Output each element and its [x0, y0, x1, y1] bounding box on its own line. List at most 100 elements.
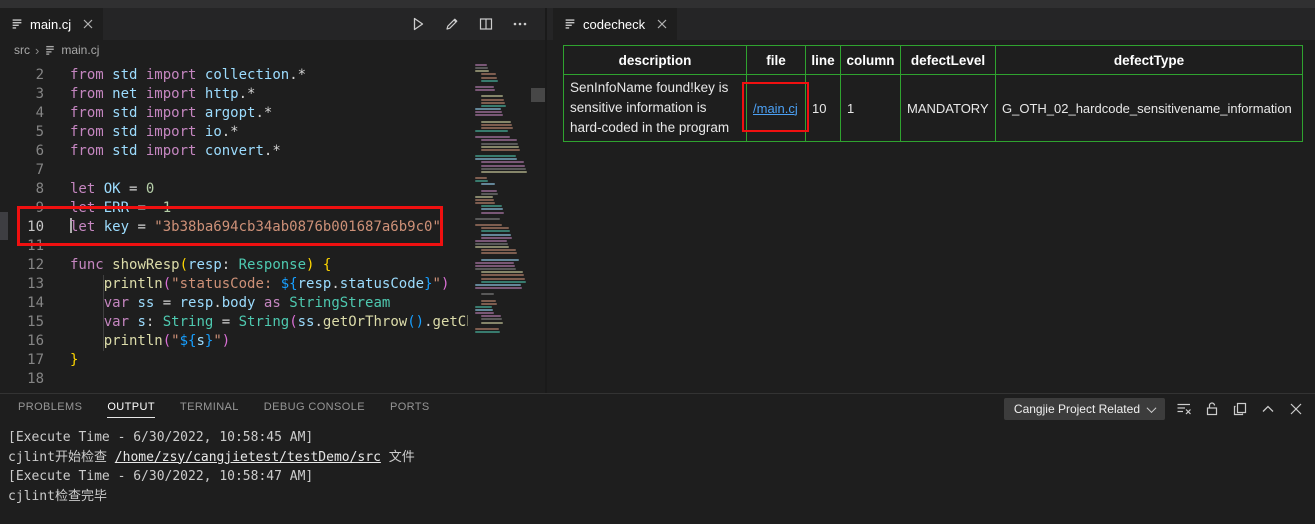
table-header-cell: file	[747, 46, 806, 75]
line-number: 3	[0, 85, 44, 104]
code-editor[interactable]: 2from std import collection.*3from net i…	[0, 60, 545, 393]
minimap-line	[475, 246, 509, 248]
chevron-down-icon	[1147, 403, 1157, 413]
clear-output-icon[interactable]	[1175, 400, 1193, 418]
minimap-line	[481, 149, 520, 151]
editor-group: main.cj	[0, 8, 545, 393]
close-panel-icon[interactable]	[1287, 400, 1305, 418]
code-line[interactable]: 8let OK = 0	[0, 180, 468, 199]
close-tab-icon[interactable]	[657, 19, 667, 29]
panel-tab-problems[interactable]: PROBLEMS	[18, 401, 82, 418]
breadcrumb: src › main.cj	[0, 40, 545, 60]
editor-scrollbar[interactable]	[531, 60, 545, 393]
minimap-line	[475, 67, 488, 69]
panel-tab-debug-console[interactable]: DEBUG CONSOLE	[264, 401, 365, 418]
minimap-line	[475, 224, 502, 226]
minimap-line	[475, 268, 516, 270]
minimap-line	[481, 95, 503, 97]
output-path-link[interactable]: /home/zsy/cangjietest/testDemo/src	[115, 450, 381, 465]
minimap-line	[475, 312, 494, 314]
panel-tabs: PROBLEMS OUTPUT TERMINAL DEBUG CONSOLE PORTS	[0, 401, 430, 418]
minimap[interactable]	[473, 60, 531, 393]
file-icon	[10, 17, 24, 31]
code-text: let OK = 0	[44, 180, 154, 199]
panel-controls: Cangjie Project Related	[1004, 398, 1315, 420]
minimap-line	[481, 281, 526, 283]
panel-header: PROBLEMS OUTPUT TERMINAL DEBUG CONSOLE PORTS…	[0, 394, 1315, 424]
minimap-line	[481, 318, 502, 320]
code-line[interactable]: 12func showResp(resp: Response) {	[0, 256, 468, 275]
minimap-line	[481, 80, 498, 82]
code-line[interactable]: 4from std import argopt.*	[0, 104, 468, 123]
code-line[interactable]: 9let ERR = -1	[0, 199, 468, 218]
code-line[interactable]: 16 println("${s}")	[0, 332, 468, 351]
minimap-line	[481, 293, 494, 295]
line-number: 2	[0, 66, 44, 85]
minimap-line	[475, 114, 503, 116]
line-number: 7	[0, 161, 44, 180]
editor-toolbar	[409, 8, 545, 40]
minimap-line	[481, 102, 505, 104]
minimap-line	[475, 180, 488, 182]
panel-tab-terminal[interactable]: TERMINAL	[180, 401, 239, 418]
defect-level: MANDATORY	[901, 75, 996, 142]
minimap-line	[475, 328, 499, 330]
code-text: let ERR = -1	[44, 199, 171, 218]
code-line[interactable]: 3from net import http.*	[0, 85, 468, 104]
more-actions-icon[interactable]	[511, 15, 529, 33]
code-text	[44, 161, 70, 180]
code-text: from net import http.*	[44, 85, 255, 104]
defect-description: SenInfoName found!key is sensitive infor…	[564, 75, 747, 142]
open-output-in-editor-icon[interactable]	[1231, 400, 1249, 418]
minimap-line	[481, 121, 511, 123]
code-line[interactable]: 10let key = "3b38ba694cb34ab0876b001687a…	[0, 218, 468, 237]
code-line[interactable]: 13 println("statusCode: ${resp.statusCod…	[0, 275, 468, 294]
minimap-line	[475, 284, 521, 286]
unlock-icon[interactable]	[1203, 400, 1221, 418]
codecheck-content: descriptionfilelinecolumndefectLeveldefe…	[547, 40, 1315, 393]
minimap-line	[475, 86, 494, 88]
output-line: cjlint开始检查 /home/zsy/cangjietest/testDem…	[8, 448, 1315, 468]
split-editor-icon[interactable]	[477, 15, 495, 33]
edit-pencil-icon[interactable]	[443, 15, 461, 33]
code-line[interactable]: 6from std import convert.*	[0, 142, 468, 161]
left-edge-scrollbar[interactable]	[0, 212, 8, 240]
minimap-line	[481, 230, 510, 232]
minimap-line	[481, 105, 506, 107]
code-line[interactable]: 7	[0, 161, 468, 180]
code-line[interactable]: 5from std import io.*	[0, 123, 468, 142]
line-number: 16	[0, 332, 44, 351]
panel-tab-output[interactable]: OUTPUT	[107, 401, 155, 418]
minimap-line	[475, 309, 493, 311]
code-line[interactable]: 14 var ss = resp.body as StringStream	[0, 294, 468, 313]
close-tab-icon[interactable]	[83, 19, 93, 29]
output-channel-select[interactable]: Cangjie Project Related	[1004, 398, 1165, 420]
minimap-line	[475, 306, 492, 308]
code-text	[44, 370, 70, 389]
line-number: 17	[0, 351, 44, 370]
minimap-line	[481, 171, 527, 173]
maximize-panel-icon[interactable]	[1259, 400, 1277, 418]
code-text: }	[44, 351, 78, 370]
tab-label: codecheck	[583, 17, 645, 32]
scrollbar-thumb[interactable]	[531, 88, 545, 102]
minimap-line	[475, 262, 514, 264]
breadcrumb-file[interactable]: main.cj	[61, 43, 99, 57]
run-icon[interactable]	[409, 15, 427, 33]
breadcrumb-folder[interactable]: src	[14, 43, 30, 57]
indent-guide	[103, 275, 104, 351]
tab-main-cj[interactable]: main.cj	[0, 8, 103, 40]
panel-tab-ports[interactable]: PORTS	[390, 401, 430, 418]
minimap-line	[481, 252, 517, 254]
minimap-line	[481, 146, 519, 148]
code-line[interactable]: 2from std import collection.*	[0, 66, 468, 85]
tab-codecheck[interactable]: codecheck	[553, 8, 677, 40]
code-line[interactable]: 17}	[0, 351, 468, 370]
code-text: println("${s}")	[44, 332, 230, 351]
line-number: 8	[0, 180, 44, 199]
code-line[interactable]: 18	[0, 370, 468, 389]
code-line[interactable]: 15 var s: String = String(ss.getOrThrow(…	[0, 313, 468, 332]
minimap-line	[481, 278, 525, 280]
code-line[interactable]: 11	[0, 237, 468, 256]
file-link[interactable]: /main.cj	[753, 101, 798, 116]
